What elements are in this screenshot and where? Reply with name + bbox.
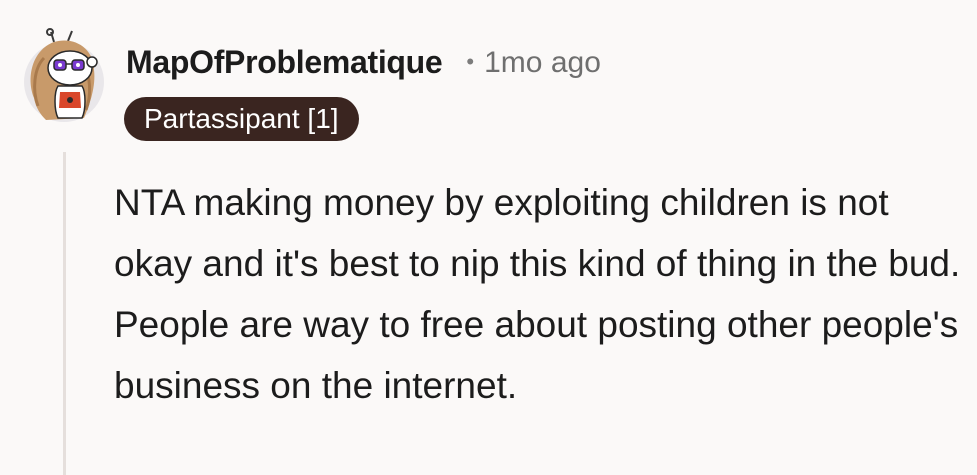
- timestamp[interactable]: 1mo ago: [484, 46, 601, 80]
- thread-collapse-line[interactable]: [63, 152, 66, 475]
- user-avatar[interactable]: [24, 28, 106, 126]
- comment: MapOfProblematique • 1mo ago Partassipan…: [0, 0, 977, 475]
- user-flair[interactable]: Partassipant [1]: [124, 97, 359, 141]
- username-link[interactable]: MapOfProblematique: [126, 44, 443, 81]
- comment-header: MapOfProblematique • 1mo ago: [126, 44, 601, 81]
- separator-dot: •: [466, 48, 475, 74]
- snoo-avatar-icon: [24, 28, 104, 122]
- comment-body: NTA making money by exploiting children …: [114, 182, 961, 406]
